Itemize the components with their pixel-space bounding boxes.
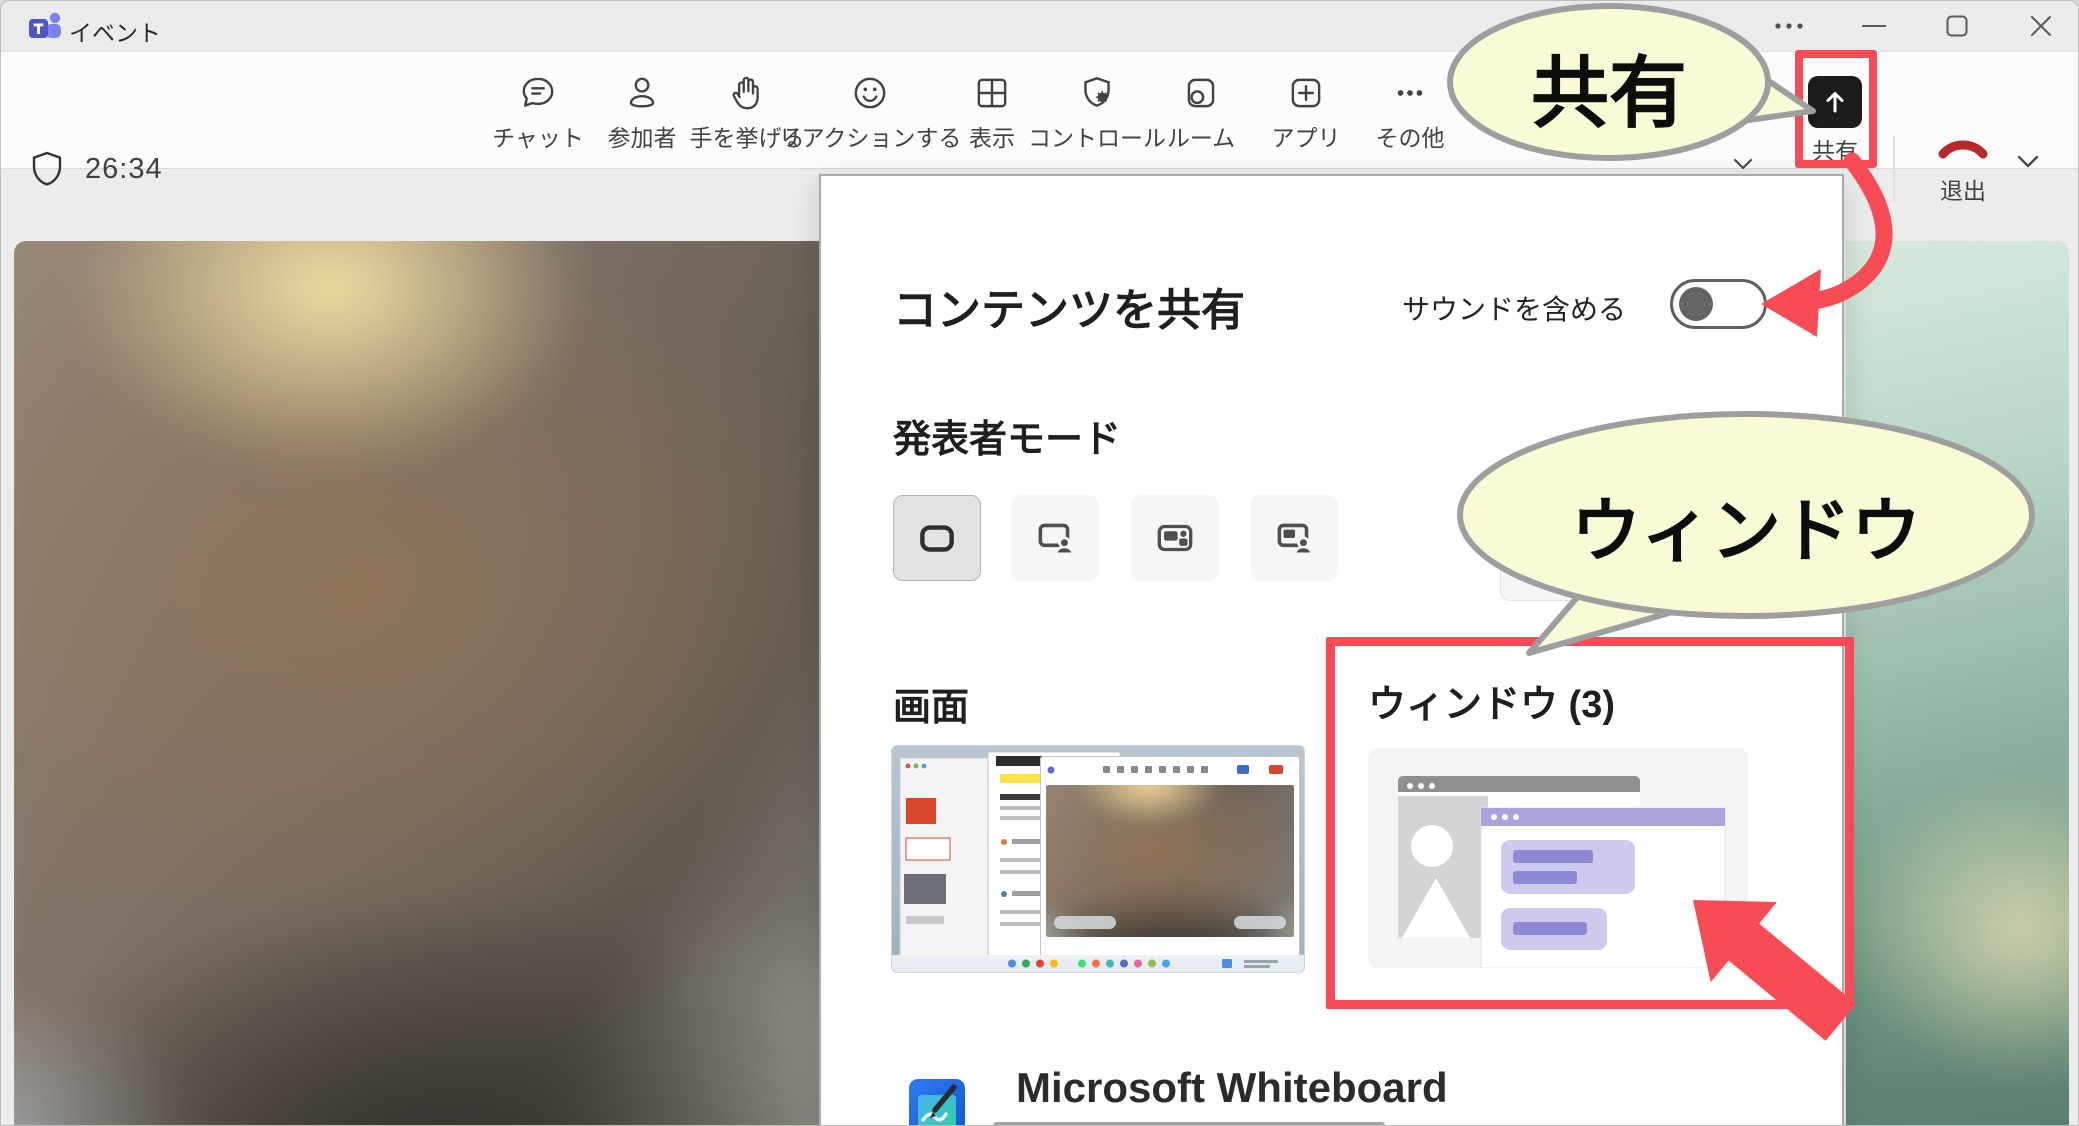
mini-video: [1046, 785, 1294, 937]
shield-icon: [29, 150, 65, 188]
toolbar-label: 表示: [969, 119, 1015, 153]
mini-meeting-window: [1040, 756, 1300, 960]
toolbar-more-button[interactable]: その他: [1355, 58, 1465, 162]
annotation-box-windows: [1326, 637, 1854, 1009]
reporter-icon: [1271, 515, 1317, 561]
stage-video-right: [1846, 241, 2069, 1126]
toolbar-chat-button[interactable]: チャット: [483, 58, 593, 162]
panel-title: コンテンツを共有: [893, 274, 1245, 338]
toolbar-label: ルーム: [1167, 119, 1235, 153]
presenter-mode-content-only[interactable]: [893, 495, 981, 581]
leave-chevron-down-icon[interactable]: [2013, 150, 2043, 174]
shield-gear-icon: [1076, 72, 1118, 114]
toggle-knob: [1679, 287, 1713, 321]
view-grid-icon: [971, 72, 1013, 114]
leave-label: 退出: [1940, 172, 1986, 206]
presenter-mode-reporter[interactable]: [1250, 495, 1338, 581]
presenter-mode-hidden-button[interactable]: [1500, 515, 1586, 601]
screen-share-thumbnail[interactable]: [891, 745, 1305, 973]
minimize-icon: [1862, 24, 1886, 28]
hangup-phone-icon: [1937, 134, 1989, 160]
standout-icon: [1032, 515, 1078, 561]
toolbar-divider: [1893, 136, 1895, 202]
toolbar-label: その他: [1376, 119, 1445, 153]
chat-icon: [517, 72, 559, 114]
titlebar: イベント: [1, 1, 2078, 51]
rooms-icon: [1180, 72, 1222, 114]
meeting-timer: 26:34: [85, 153, 163, 186]
participants-icon: [621, 72, 663, 114]
ellipsis-icon: [1389, 72, 1431, 114]
maximize-button[interactable]: [1924, 1, 1990, 51]
whiteboard-title: Microsoft Whiteboard: [1016, 1064, 1448, 1112]
presenter-mode-heading: 発表者モード: [893, 408, 1121, 463]
leave-button[interactable]: 退出: [1913, 108, 2013, 212]
mini-titlebar-icons: [1041, 757, 1297, 783]
close-icon: [2030, 15, 2052, 37]
horizontal-scrollbar[interactable]: [993, 1122, 1385, 1126]
include-sound-label: サウンドを含める: [1402, 288, 1626, 328]
stage-video-left-blur: [14, 241, 819, 1126]
raise-hand-icon: [726, 72, 768, 114]
toolbar-label: リアクションする: [779, 119, 962, 153]
mini-name-pill: [1234, 916, 1286, 929]
stage-video-right-blur: [1846, 241, 2069, 1126]
minimize-button[interactable]: [1841, 1, 1907, 51]
stage-video-left: [14, 241, 819, 1126]
toolbar-apps-button[interactable]: アプリ: [1251, 58, 1361, 162]
screen-section-heading: 画面: [893, 676, 969, 731]
mini-name-pill: [1054, 916, 1116, 929]
mic-chevron-down-icon[interactable]: [1730, 153, 1756, 175]
mini-taskbar-icons: [892, 955, 1305, 972]
side-by-side-icon: [1152, 515, 1198, 561]
toolbar-rooms-button[interactable]: ルーム: [1146, 58, 1256, 162]
teams-logo-icon: [25, 10, 65, 44]
maximize-icon: [1946, 15, 1968, 37]
whiteboard-icon: [908, 1078, 966, 1126]
titlebar-more-button[interactable]: [1756, 1, 1822, 51]
toolbar-label: アプリ: [1272, 119, 1341, 153]
presenter-mode-standout[interactable]: [1011, 495, 1099, 581]
reaction-smiley-icon: [849, 72, 891, 114]
more-dots-icon: [1774, 22, 1804, 30]
toolbar-label: チャット: [492, 119, 584, 153]
window-title: イベント: [69, 14, 161, 48]
apps-plus-icon: [1285, 72, 1327, 114]
close-button[interactable]: [2008, 1, 2074, 51]
meeting-toolbar: 26:34 チャット 参加者 手を挙げる リアクションする 表示 コントロール …: [1, 51, 2078, 169]
presenter-mode-side-by-side[interactable]: [1131, 495, 1219, 581]
include-sound-toggle[interactable]: [1670, 279, 1767, 329]
mini-taskbar: [892, 955, 1304, 972]
content-only-icon: [914, 515, 960, 561]
toolbar-label: 参加者: [608, 119, 677, 153]
annotation-box-share: [1795, 50, 1877, 168]
teams-meeting-window: イベント 26:34 チャット 参加者 手を挙げる: [0, 0, 2079, 1126]
